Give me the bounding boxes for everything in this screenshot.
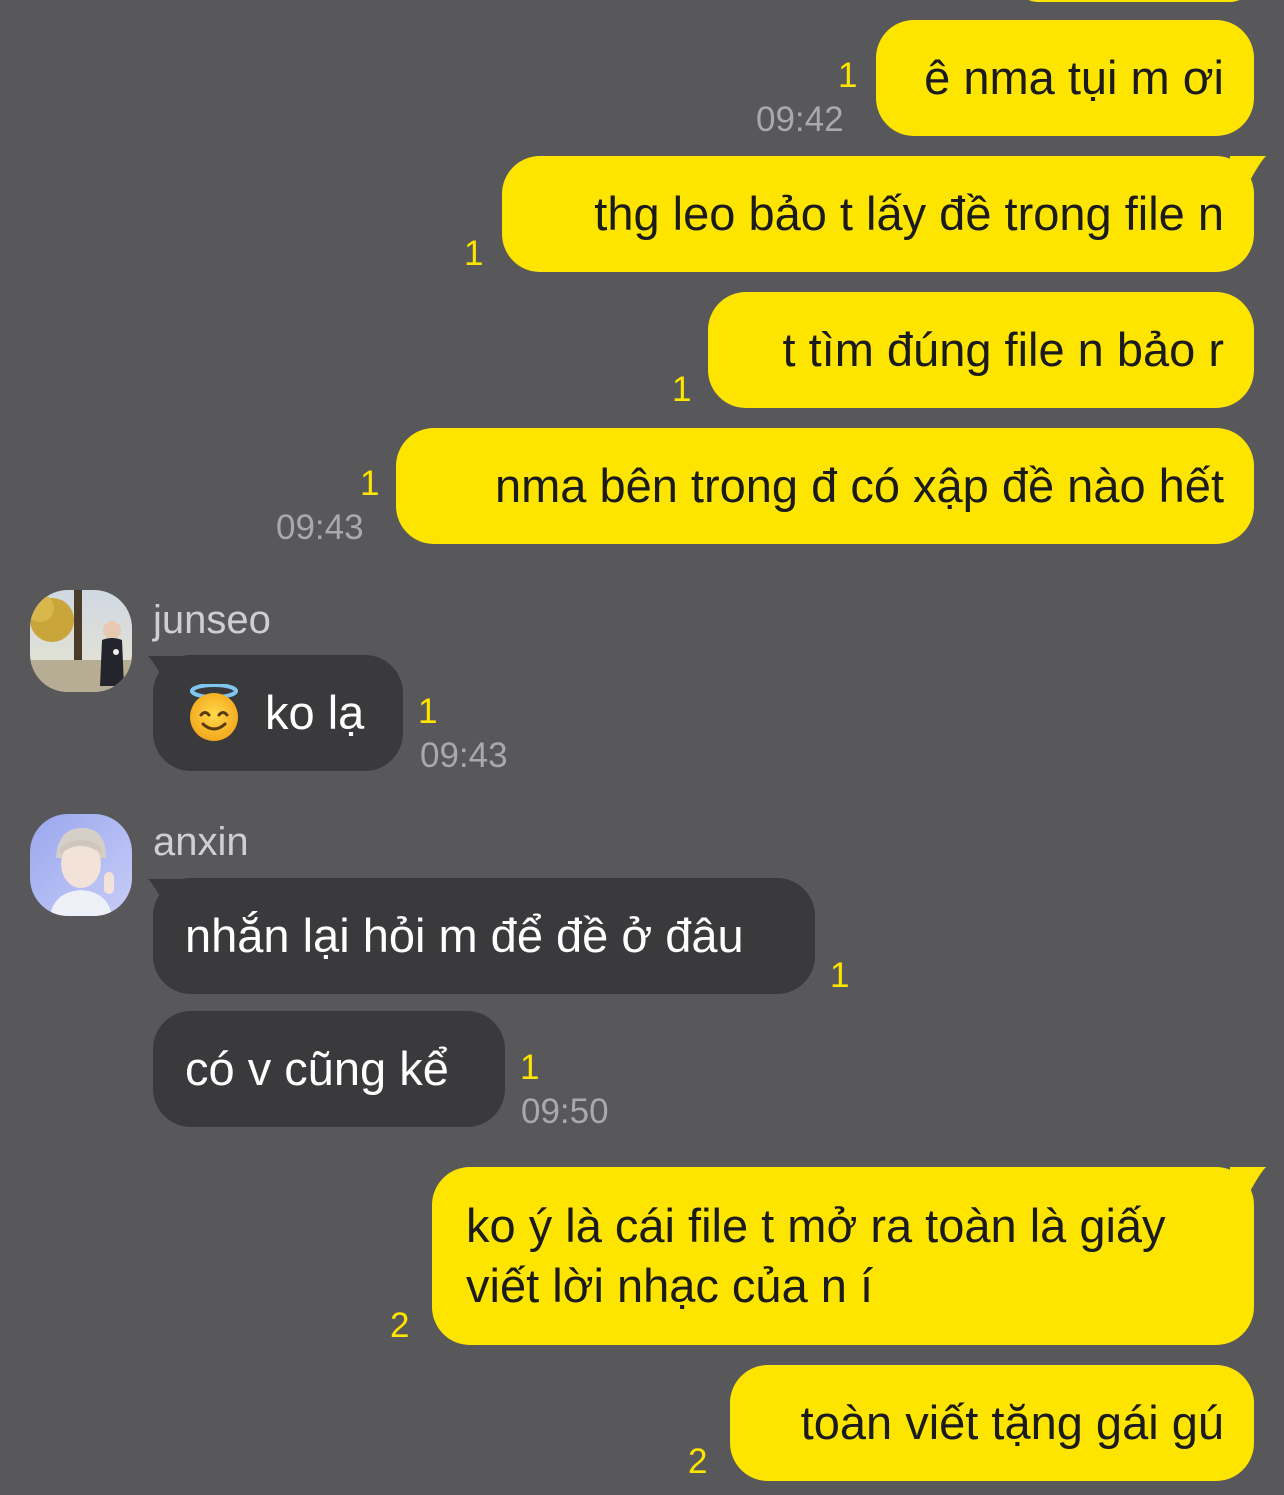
bubble-tail bbox=[1230, 156, 1266, 188]
outgoing-message-bubble[interactable]: nma bên trong đ có xập đề nào hết bbox=[396, 428, 1254, 544]
outgoing-message-bubble[interactable]: ko ý là cái file t mở ra toàn là giấy vi… bbox=[432, 1167, 1254, 1345]
unread-count: 2 bbox=[688, 1442, 708, 1481]
sender-name: junseo bbox=[153, 598, 271, 642]
message-time: 09:43 bbox=[420, 736, 508, 775]
message-text: thg leo bảo t lấy đề trong file n bbox=[594, 187, 1224, 240]
incoming-message-bubble[interactable]: có v cũng kể bbox=[153, 1011, 505, 1127]
smiling-face-with-halo-icon bbox=[190, 684, 238, 741]
message-time: 09:50 bbox=[521, 1092, 609, 1131]
outgoing-message-bubble[interactable]: toàn viết tặng gái gú bbox=[730, 1365, 1254, 1481]
unread-count: 1 bbox=[418, 692, 438, 731]
avatar-photo-icon bbox=[30, 590, 132, 692]
unread-count: 1 bbox=[830, 956, 850, 995]
unread-count: 1 bbox=[520, 1048, 540, 1087]
outgoing-message-bubble[interactable]: thg leo bảo t lấy đề trong file n bbox=[502, 156, 1254, 272]
message-text: có v cũng kể bbox=[185, 1042, 449, 1095]
previous-message-bubble-edge[interactable] bbox=[1014, 0, 1254, 2]
avatar-anxin[interactable] bbox=[30, 814, 132, 916]
bubble-tail bbox=[1230, 1167, 1266, 1199]
message-text: ko ý là cái file t mở ra toàn là giấy vi… bbox=[466, 1199, 1166, 1312]
message-text: ê nma tụi m ơi bbox=[924, 51, 1224, 104]
message-time: 09:43 bbox=[276, 508, 364, 547]
unread-count: 1 bbox=[838, 56, 858, 95]
unread-count: 1 bbox=[672, 370, 692, 409]
message-text: nhắn lại hỏi m để đề ở đâu bbox=[185, 909, 744, 962]
unread-count: 1 bbox=[360, 464, 380, 503]
message-text: ko lạ bbox=[265, 686, 365, 739]
sender-name: anxin bbox=[153, 820, 249, 864]
avatar-photo-icon bbox=[30, 814, 132, 916]
message-text: t tìm đúng file n bảo r bbox=[782, 323, 1224, 376]
incoming-message-bubble[interactable]: nhắn lại hỏi m để đề ở đâu bbox=[153, 878, 815, 994]
avatar-junseo[interactable] bbox=[30, 590, 132, 692]
message-text: nma bên trong đ có xập đề nào hết bbox=[494, 459, 1224, 512]
message-time: 09:42 bbox=[756, 100, 844, 139]
outgoing-message-bubble[interactable]: ê nma tụi m ơi bbox=[876, 20, 1254, 136]
incoming-message-bubble[interactable]: ko lạ bbox=[153, 655, 403, 771]
outgoing-message-bubble[interactable]: t tìm đúng file n bảo r bbox=[708, 292, 1254, 408]
message-text: toàn viết tặng gái gú bbox=[800, 1396, 1224, 1449]
unread-count: 2 bbox=[390, 1306, 410, 1345]
unread-count: 1 bbox=[464, 234, 484, 273]
